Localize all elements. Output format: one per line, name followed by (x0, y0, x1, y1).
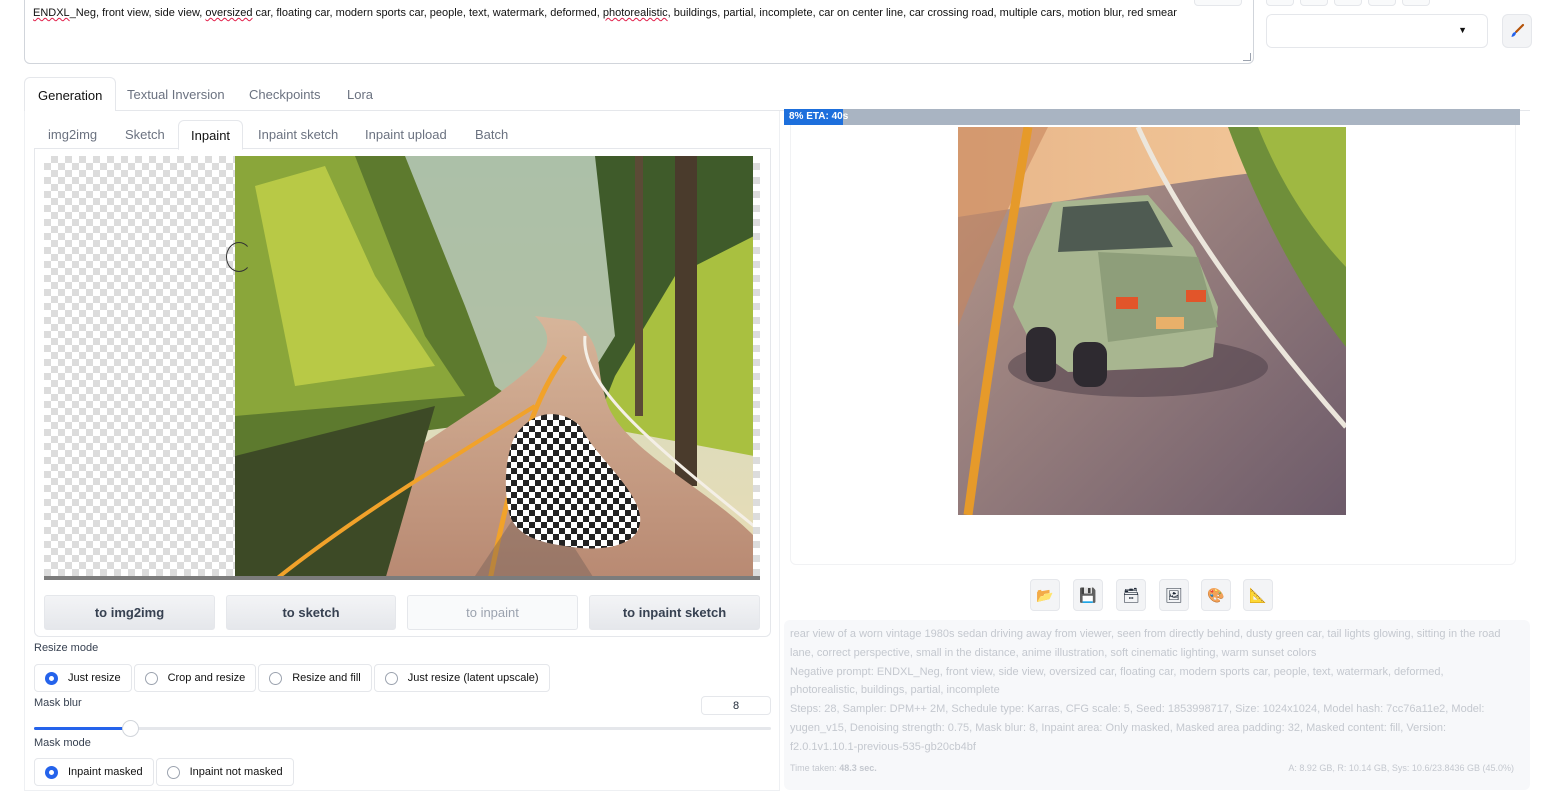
ruler-icon: 📐 (1249, 586, 1267, 603)
resize-mode-group: Just resize Crop and resize Resize and f… (34, 664, 552, 692)
palette-icon: 🎨 (1207, 586, 1225, 603)
mask-blur-slider-fill (34, 727, 130, 730)
radio-label: Crop and resize (167, 672, 246, 684)
zip-button[interactable]: 🗃 (1116, 579, 1146, 611)
radio-resize-and-fill[interactable]: Resize and fill (258, 664, 372, 692)
prompt-seg-1: ENDXL (33, 7, 70, 19)
radio-latent-upscale[interactable]: Just resize (latent upscale) (373, 664, 550, 692)
generation-info-text: rear view of a worn vintage 1980s sedan … (790, 625, 1510, 757)
top-action-button[interactable] (1194, 0, 1242, 6)
main-tab-bar: Generation Textual Inversion Checkpoints… (24, 77, 1530, 112)
memory-stats: A: 8.92 GB, R: 10.14 GB, Sys: 10.6/23.84… (1288, 763, 1514, 773)
save-icon: 💾 (1079, 586, 1097, 603)
output-image[interactable] (958, 127, 1346, 515)
progress-fill: 8% ETA: 40s (784, 109, 848, 125)
radio-icon (166, 765, 180, 779)
send-to-img2img-button[interactable]: 🖼 (1159, 579, 1189, 611)
brush-cursor-icon (226, 242, 252, 272)
mask-blur-slider-track[interactable] (34, 727, 771, 730)
tab-generation[interactable]: Generation (24, 77, 117, 112)
time-taken: Time taken: 48.3 sec. (790, 763, 877, 773)
top-tool-button-5[interactable] (1402, 0, 1430, 6)
to-inpaint-sketch-button[interactable]: to inpaint sketch (589, 595, 760, 630)
prompt-seg-6: , buildings, partial, incomplete, car on… (667, 7, 1177, 19)
resize-grip-icon[interactable] (1243, 53, 1251, 61)
canvas-edge (753, 156, 760, 576)
apply-style-button[interactable] (1502, 14, 1532, 48)
radio-label: Resize and fill (292, 672, 361, 684)
radio-icon (269, 671, 283, 685)
send-to-inpaint-button[interactable]: 🎨 (1201, 579, 1231, 611)
mask-mode-group: Inpaint masked Inpaint not masked (34, 758, 296, 786)
info-params: Steps: 28, Sampler: DPM++ 2M, Schedule t… (790, 703, 1485, 753)
mask-mode-label: Mask mode (34, 737, 91, 749)
tab-batch[interactable]: Batch (463, 120, 520, 150)
radio-label: Inpaint not masked (189, 766, 283, 778)
tab-lora[interactable]: Lora (334, 77, 386, 112)
radio-selected-icon (45, 765, 58, 779)
radio-label: Inpaint masked (68, 766, 143, 778)
radio-label: Just resize (68, 672, 121, 684)
chevron-down-icon: ▼ (1458, 25, 1467, 35)
time-taken-value: 48.3 sec. (839, 763, 877, 773)
radio-just-resize[interactable]: Just resize (34, 664, 132, 692)
prompt-seg-3: oversized (205, 7, 253, 19)
page-scrollbar[interactable] (1538, 0, 1546, 784)
tab-inpaint-sketch[interactable]: Inpaint sketch (246, 120, 350, 150)
progress-bar (784, 109, 1520, 125)
top-tool-button-4[interactable] (1368, 0, 1396, 6)
time-taken-label: Time taken: (790, 763, 837, 773)
open-folder-button[interactable]: 📂 (1030, 579, 1060, 611)
send-to-extras-button[interactable]: 📐 (1243, 579, 1273, 611)
resize-mode-label: Resize mode (34, 642, 99, 654)
tab-sketch[interactable]: Sketch (113, 120, 177, 150)
to-img2img-button[interactable]: to img2img (44, 595, 215, 630)
folder-icon: 📂 (1036, 586, 1054, 603)
prompt-seg-4: car, floating car, modern sports car, pe… (252, 7, 603, 19)
tab-checkpoints[interactable]: Checkpoints (236, 77, 334, 112)
radio-icon (384, 671, 398, 685)
to-sketch-button[interactable]: to sketch (226, 595, 396, 630)
tab-img2img[interactable]: img2img (36, 120, 109, 150)
mask-blur-input[interactable]: 8 (701, 696, 771, 715)
generated-image (958, 127, 1346, 515)
negative-prompt-field[interactable]: ENDXL_Neg, front view, side view, oversi… (24, 0, 1254, 64)
styles-dropdown[interactable]: ▼ (1266, 14, 1488, 48)
inpaint-canvas[interactable] (44, 156, 760, 580)
radio-selected-icon (45, 671, 58, 685)
mask-blur-label: Mask blur (34, 697, 82, 709)
image-icon: 🖼 (1165, 586, 1183, 603)
radio-label: Just resize (latent upscale) (407, 672, 539, 684)
tab-inpaint[interactable]: Inpaint (178, 120, 244, 150)
tab-textual-inversion[interactable]: Textual Inversion (114, 77, 238, 112)
mask-blur-slider-thumb[interactable] (121, 720, 139, 737)
prompt-seg-5: photorealistic (602, 7, 668, 19)
info-negative-prompt: Negative prompt: ENDXL_Neg, front view, … (790, 665, 1444, 697)
radio-inpaint-not-masked[interactable]: Inpaint not masked (155, 758, 294, 786)
tab-inpaint-upload[interactable]: Inpaint upload (353, 120, 459, 150)
prompt-seg-2: _Neg, front view, side view, (69, 7, 206, 19)
canvas-scrollbar[interactable] (44, 576, 760, 580)
top-tool-button-1[interactable] (1266, 0, 1294, 6)
top-tool-button-2[interactable] (1300, 0, 1328, 6)
zip-icon: 🗃 (1122, 586, 1140, 603)
top-tool-button-3[interactable] (1334, 0, 1362, 6)
source-image (235, 156, 754, 580)
radio-crop-and-resize[interactable]: Crop and resize (133, 664, 257, 692)
radio-inpaint-masked[interactable]: Inpaint masked (34, 758, 154, 786)
to-inpaint-button[interactable]: to inpaint (407, 595, 578, 630)
radio-icon (144, 671, 158, 685)
save-button[interactable]: 💾 (1073, 579, 1103, 611)
info-prompt: rear view of a worn vintage 1980s sedan … (790, 628, 1501, 659)
paintbrush-icon (1511, 23, 1525, 37)
